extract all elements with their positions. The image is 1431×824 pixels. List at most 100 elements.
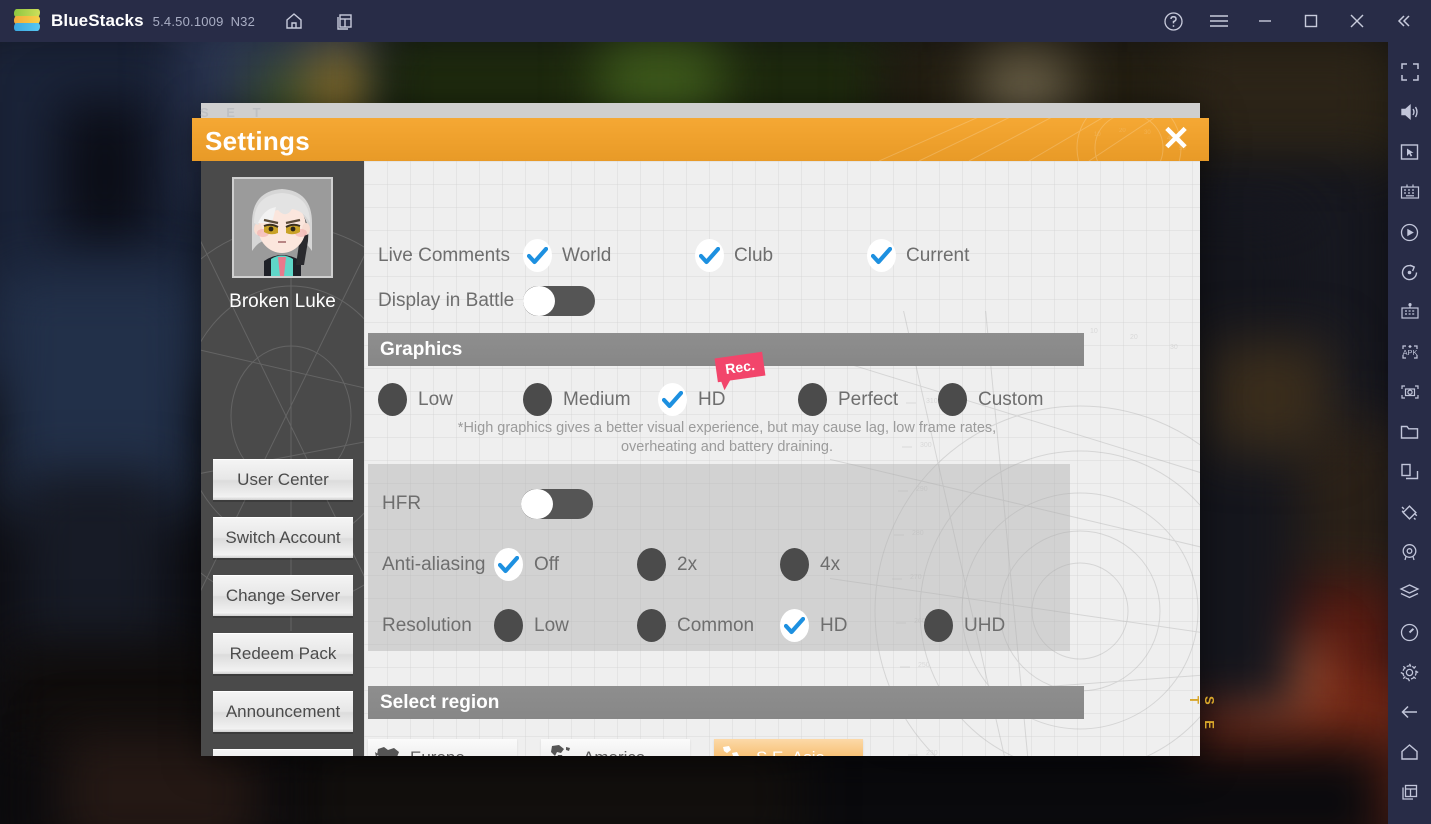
checkbox-world[interactable]: World (523, 239, 695, 272)
radio-label: Custom (978, 388, 1044, 410)
close-icon[interactable]: ✕ (1159, 122, 1193, 157)
radio-label: 2x (677, 553, 698, 575)
sidebar-item-user-center[interactable]: User Center (213, 459, 353, 500)
svg-text:APK: APK (1402, 348, 1417, 357)
media-folder-icon[interactable] (1392, 412, 1428, 452)
shake-icon[interactable] (1392, 492, 1428, 532)
region-button-europe[interactable]: Europe ›››› (368, 739, 517, 756)
radio-res-low[interactable]: Low (494, 609, 637, 642)
page-title: Settings (205, 126, 310, 156)
checkbox-current[interactable]: Current (867, 239, 969, 272)
avatar[interactable] (232, 177, 333, 278)
radio-graphics-medium[interactable]: Medium (523, 383, 658, 416)
radio-aa-off[interactable]: Off (494, 548, 637, 581)
check-icon (695, 239, 724, 272)
hfr-toggle[interactable] (521, 489, 593, 519)
sidebar-item-contact-us[interactable]: Contact Us (213, 749, 353, 756)
radio-label: Low (534, 614, 569, 636)
select-region-header-label: Select region (380, 691, 500, 713)
rotate-icon[interactable] (1392, 252, 1428, 292)
macro-record-icon[interactable] (1392, 212, 1428, 252)
titlebar: BlueStacks 5.4.50.1009 N32 (0, 0, 1431, 42)
radio-graphics-custom[interactable]: Custom (938, 383, 1043, 416)
radio-graphics-perfect[interactable]: Perfect (798, 383, 938, 416)
performance-icon[interactable] (1392, 612, 1428, 652)
window-controls (1147, 1, 1431, 41)
check-icon (658, 383, 687, 416)
recents-icon[interactable] (1392, 772, 1428, 812)
home-icon[interactable] (1392, 732, 1428, 772)
multi-instance-icon[interactable] (327, 4, 361, 38)
graphics-note-line-1: *High graphics gives a better visual exp… (457, 420, 997, 436)
radio-res-common[interactable]: Common (637, 609, 780, 642)
radio-label: Common (677, 614, 755, 636)
sidebar-item-redeem-pack[interactable]: Redeem Pack (213, 633, 353, 674)
svg-text:20: 20 (1130, 334, 1138, 341)
radio-label: HD (820, 614, 848, 636)
radio-res-hd[interactable]: HD (780, 609, 924, 642)
resolution-label: Resolution (382, 614, 472, 636)
svg-text:10: 10 (1090, 328, 1098, 335)
sidebar-item-switch-account[interactable]: Switch Account (213, 517, 353, 558)
radio-res-uhd[interactable]: UHD (924, 609, 1005, 642)
fullscreen-icon[interactable] (1392, 52, 1428, 92)
display-in-battle-toggle[interactable] (523, 286, 595, 316)
sidebar-item-change-server[interactable]: Change Server (213, 575, 353, 616)
radio-graphics-hd[interactable]: HD Rec. (658, 351, 798, 416)
live-comments-label: Live Comments (378, 244, 510, 266)
sidebar-buttons: User Center Switch Account Change Server… (213, 459, 353, 756)
graphics-quality-row: Low Medium HD Rec. Perfect Custom (378, 351, 1088, 416)
checkbox-label: World (562, 244, 612, 266)
gear-icon[interactable] (1392, 652, 1428, 692)
username-label: Broken Luke (229, 291, 336, 312)
select-region-header: Select region (368, 686, 1084, 719)
checkbox-club[interactable]: Club (695, 239, 867, 272)
svg-text:230: 230 (926, 750, 938, 756)
copy-to-pc-icon[interactable] (1392, 452, 1428, 492)
collapse-icon[interactable] (1383, 1, 1423, 41)
menu-icon[interactable] (1199, 1, 1239, 41)
region-button-america[interactable]: America ›››› (541, 739, 690, 756)
radio-graphics-low[interactable]: Low (378, 383, 523, 416)
back-icon[interactable] (1392, 692, 1428, 732)
europe-map-icon (372, 743, 406, 756)
region-label: America (583, 748, 645, 757)
install-apk-icon[interactable]: APK (1392, 332, 1428, 372)
location-icon[interactable] (1392, 532, 1428, 572)
check-icon (494, 548, 523, 581)
cursor-icon[interactable] (1392, 132, 1428, 172)
region-button-se-asia[interactable]: S.E. Asia ›››› (714, 739, 863, 756)
close-icon[interactable] (1337, 1, 1377, 41)
radio-label: Low (418, 388, 453, 410)
app-name: BlueStacks (51, 11, 144, 30)
check-icon (523, 239, 552, 272)
america-map-icon (545, 743, 579, 756)
dialog-header: 10 20 30 40 50 Settings ✕ (192, 118, 1209, 161)
toggle-knob (523, 286, 555, 316)
maximize-icon[interactable] (1291, 1, 1331, 41)
region-label: S.E. Asia (756, 748, 825, 757)
hfr-row: HFR (382, 489, 593, 519)
help-icon[interactable] (1153, 1, 1193, 41)
radio-aa-2x[interactable]: 2x (637, 548, 780, 581)
bluestacks-sidebar: APK (1388, 42, 1431, 824)
resolution-row: Resolution Low Common HD UHD (382, 609, 1072, 642)
radio-icon (798, 383, 827, 416)
sidebar-item-announcement[interactable]: Announcement (213, 691, 353, 732)
volume-icon[interactable] (1392, 92, 1428, 132)
dialog-side-watermark: S E T (1187, 696, 1217, 735)
home-icon[interactable] (277, 4, 311, 38)
screenshot-icon[interactable] (1392, 372, 1428, 412)
svg-text:10: 10 (1094, 132, 1101, 138)
svg-text:30: 30 (1144, 130, 1151, 136)
layers-icon[interactable] (1392, 572, 1428, 612)
keyboard-controls-icon[interactable] (1392, 172, 1428, 212)
minimize-icon[interactable] (1245, 1, 1285, 41)
radio-aa-4x[interactable]: 4x (780, 548, 840, 581)
multi-instance-manager-icon[interactable] (1392, 292, 1428, 332)
display-in-battle-row: Display in Battle (378, 286, 595, 316)
graphics-note-line-2: overheating and battery draining. (620, 439, 833, 455)
radio-icon (494, 609, 523, 642)
anti-aliasing-row: Anti-aliasing Off 2x 4x (382, 548, 1072, 581)
radio-icon (523, 383, 552, 416)
